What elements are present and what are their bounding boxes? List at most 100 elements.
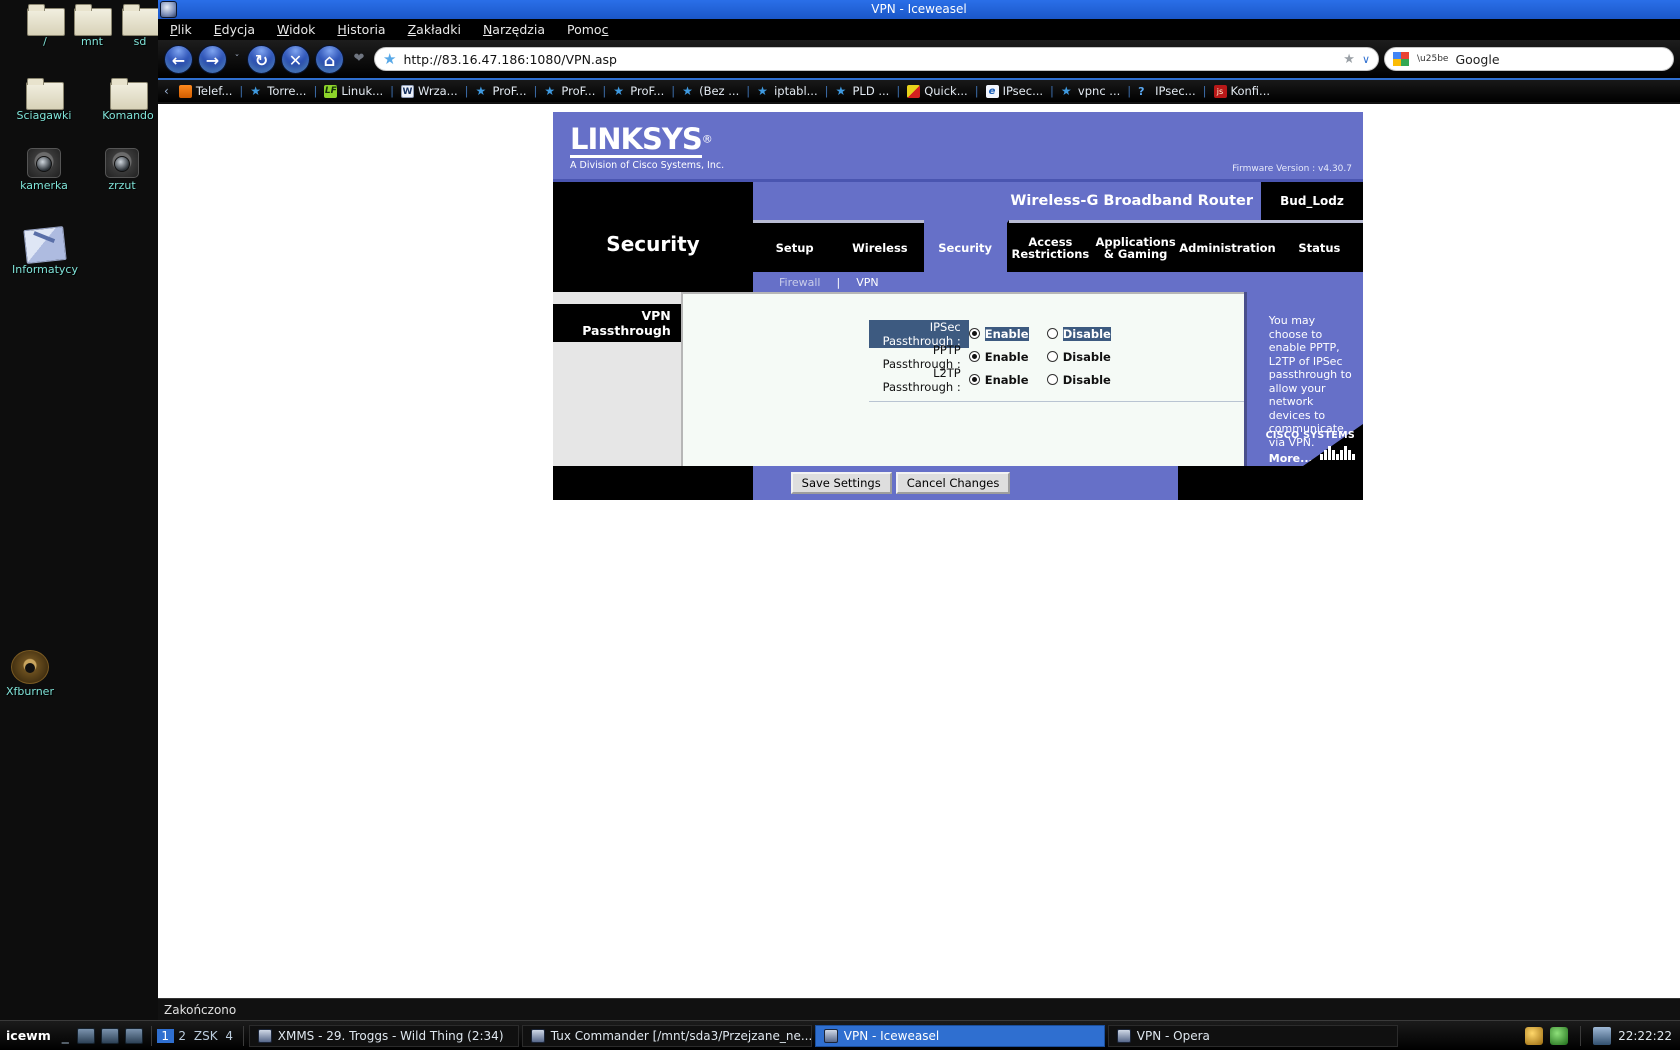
radio-l2tp-disable[interactable]: [1046, 374, 1058, 385]
bookmark-torre[interactable]: Torre...: [244, 84, 312, 98]
ipsec-disable-option[interactable]: Disable: [1046, 326, 1125, 341]
desktop-icon-informatycy[interactable]: Informatycy: [0, 226, 100, 276]
bookmark-iptabl[interactable]: iptabl...: [751, 84, 824, 98]
desktop-switch-zsk[interactable]: ZSK: [191, 1029, 221, 1043]
task-vpn-iceweasel[interactable]: VPN - Iceweasel: [814, 1024, 1105, 1047]
star-icon: [250, 85, 263, 98]
sound-icon[interactable]: [124, 1027, 143, 1044]
l2tp-disable-label: Disable: [1062, 372, 1111, 387]
search-input[interactable]: Google: [1455, 52, 1499, 67]
bookmark-label: IPsec...: [1155, 84, 1196, 98]
url-input[interactable]: http://83.16.47.186:1080/VPN.asp: [403, 52, 1336, 67]
scroll-left-icon[interactable]: ‹: [160, 84, 173, 98]
bookmark-heart-icon[interactable]: [349, 50, 369, 68]
ipsec-enable-option[interactable]: Enable: [968, 326, 1047, 341]
divider: |: [836, 275, 841, 289]
footer-left-spacer: [553, 465, 753, 500]
search-bar[interactable]: \u25be Google: [1384, 47, 1674, 71]
bookmark-label: PLD ...: [852, 84, 890, 98]
subnav-item-vpn[interactable]: VPN: [856, 276, 878, 289]
bookmark-quick[interactable]: Quick...: [901, 84, 973, 98]
show-desktop-button[interactable]: _: [57, 1028, 74, 1044]
tab-security[interactable]: Security: [923, 220, 1009, 272]
menu-narzedzia[interactable]: Narzędzia: [479, 21, 549, 38]
radio-pptp-enable[interactable]: [968, 351, 980, 362]
radio-ipsec-enable[interactable]: [968, 328, 980, 339]
bookmark-vpnc[interactable]: vpnc ...: [1055, 84, 1126, 98]
l2tp-disable-option[interactable]: Disable: [1046, 372, 1125, 387]
chevron-down-icon[interactable]: ∨: [1362, 53, 1370, 66]
tab-setup[interactable]: Setup: [753, 223, 839, 272]
display-icon[interactable]: [100, 1027, 119, 1044]
radio-ipsec-disable[interactable]: [1046, 328, 1058, 339]
star-icon: [682, 85, 695, 98]
stop-button[interactable]: ✕: [281, 44, 310, 74]
cancel-changes-button[interactable]: Cancel Changes: [895, 471, 1011, 494]
windows-icon[interactable]: [76, 1027, 95, 1044]
add-bookmark-icon[interactable]: ★: [1343, 52, 1355, 67]
subnav-item-firewall[interactable]: Firewall: [779, 276, 820, 289]
browser-status-bar: Zakończono: [158, 998, 1680, 1020]
menu-edycja[interactable]: Edycja: [210, 21, 259, 38]
save-settings-button[interactable]: Save Settings: [790, 471, 892, 494]
desktop-background: / mnt sd Sciagawki Komando kamerka zrzut: [0, 0, 160, 1020]
menu-pomoc[interactable]: Pomoc: [563, 21, 612, 38]
wm-menu-button[interactable]: icewm: [0, 1028, 57, 1043]
desktop-switch-4[interactable]: 4: [221, 1029, 238, 1043]
pptp-disable-option[interactable]: Disable: [1046, 350, 1125, 364]
desktop-icon-xfburner[interactable]: Xfburner: [0, 650, 85, 698]
google-icon: [1393, 51, 1410, 67]
menu-historia[interactable]: Historia: [333, 21, 389, 38]
radio-l2tp-enable[interactable]: [968, 374, 980, 385]
home-icon: ⌂: [323, 50, 336, 70]
bookmark-prof-3[interactable]: ProF...: [607, 84, 670, 98]
tab-label: Access Restrictions: [1011, 234, 1090, 261]
bookmark-pld[interactable]: PLD ...: [830, 84, 896, 98]
pptp-enable-option[interactable]: Enable: [968, 350, 1047, 364]
ipsec-disable-label: Disable: [1062, 326, 1111, 341]
tab-status[interactable]: Status: [1278, 223, 1363, 272]
window-titlebar[interactable]: VPN - Iceweasel: [158, 0, 1680, 19]
desktop-switch-1[interactable]: 1: [156, 1028, 174, 1043]
bookmark-bez[interactable]: (Bez ...: [676, 84, 745, 98]
firmware-version: Firmware Version : v4.30.7: [1232, 164, 1352, 174]
back-button[interactable]: ←: [164, 44, 193, 74]
reload-button[interactable]: ↻: [247, 44, 276, 74]
task-tux-commander[interactable]: Tux Commander [/mnt/sda3/Przejzane_ne...: [521, 1024, 812, 1047]
url-bar[interactable]: ★ http://83.16.47.186:1080/VPN.asp ★ ∨: [374, 47, 1379, 71]
tab-applications-gaming[interactable]: Applications & Gaming: [1094, 223, 1180, 272]
bookmark-prof-1[interactable]: ProF...: [470, 84, 533, 98]
nav-dropdown-icon[interactable]: ˇ: [232, 54, 242, 65]
divider: [868, 401, 1244, 402]
home-button[interactable]: ⌂: [315, 44, 344, 74]
tray-icon-1[interactable]: [1525, 1026, 1544, 1045]
chevron-down-icon[interactable]: \u25be: [1417, 54, 1448, 64]
radio-pptp-disable[interactable]: [1046, 351, 1058, 362]
tab-administration[interactable]: Administration: [1179, 223, 1278, 272]
bookmark-ipsec-1[interactable]: e IPsec...: [980, 84, 1049, 98]
main-tabs: Setup Wireless Security Access Restrictio…: [753, 220, 1363, 272]
bookmark-telef[interactable]: Telef...: [173, 84, 239, 98]
divider: [1580, 1025, 1582, 1046]
ie-icon: e: [985, 84, 999, 98]
menu-plik[interactable]: PPliklik: [166, 21, 196, 38]
tray-icon-2[interactable]: [1550, 1026, 1569, 1045]
desktop-switch-2[interactable]: 2: [174, 1029, 191, 1043]
bookmark-linuk[interactable]: LF Linuk...: [318, 84, 389, 98]
tab-wireless[interactable]: Wireless: [838, 223, 924, 272]
bookmark-wrza[interactable]: W Wrza...: [395, 84, 464, 98]
task-vpn-opera[interactable]: VPN - Opera: [1107, 1024, 1398, 1047]
section-heading: VPN Passthrough: [553, 304, 681, 342]
bookmark-ipsec-2[interactable]: ? IPsec...: [1132, 84, 1201, 98]
product-name: Wireless-G Broadband Router Bud_Lodz: [753, 182, 1363, 220]
star-icon: [544, 85, 557, 98]
menu-widok[interactable]: Widok: [273, 21, 319, 38]
menu-zakladki[interactable]: Zakładki: [404, 21, 465, 38]
bookmark-konfi[interactable]: js Konfi...: [1208, 84, 1277, 98]
help-icon: ?: [1138, 84, 1145, 98]
l2tp-enable-option[interactable]: Enable: [968, 373, 1047, 387]
bookmark-prof-2[interactable]: ProF...: [538, 84, 601, 98]
task-xmms[interactable]: XMMS - 29. Troggs - Wild Thing (2:34): [248, 1024, 519, 1047]
forward-button[interactable]: →: [198, 44, 227, 74]
tab-access-restrictions[interactable]: Access Restrictions: [1009, 223, 1094, 272]
